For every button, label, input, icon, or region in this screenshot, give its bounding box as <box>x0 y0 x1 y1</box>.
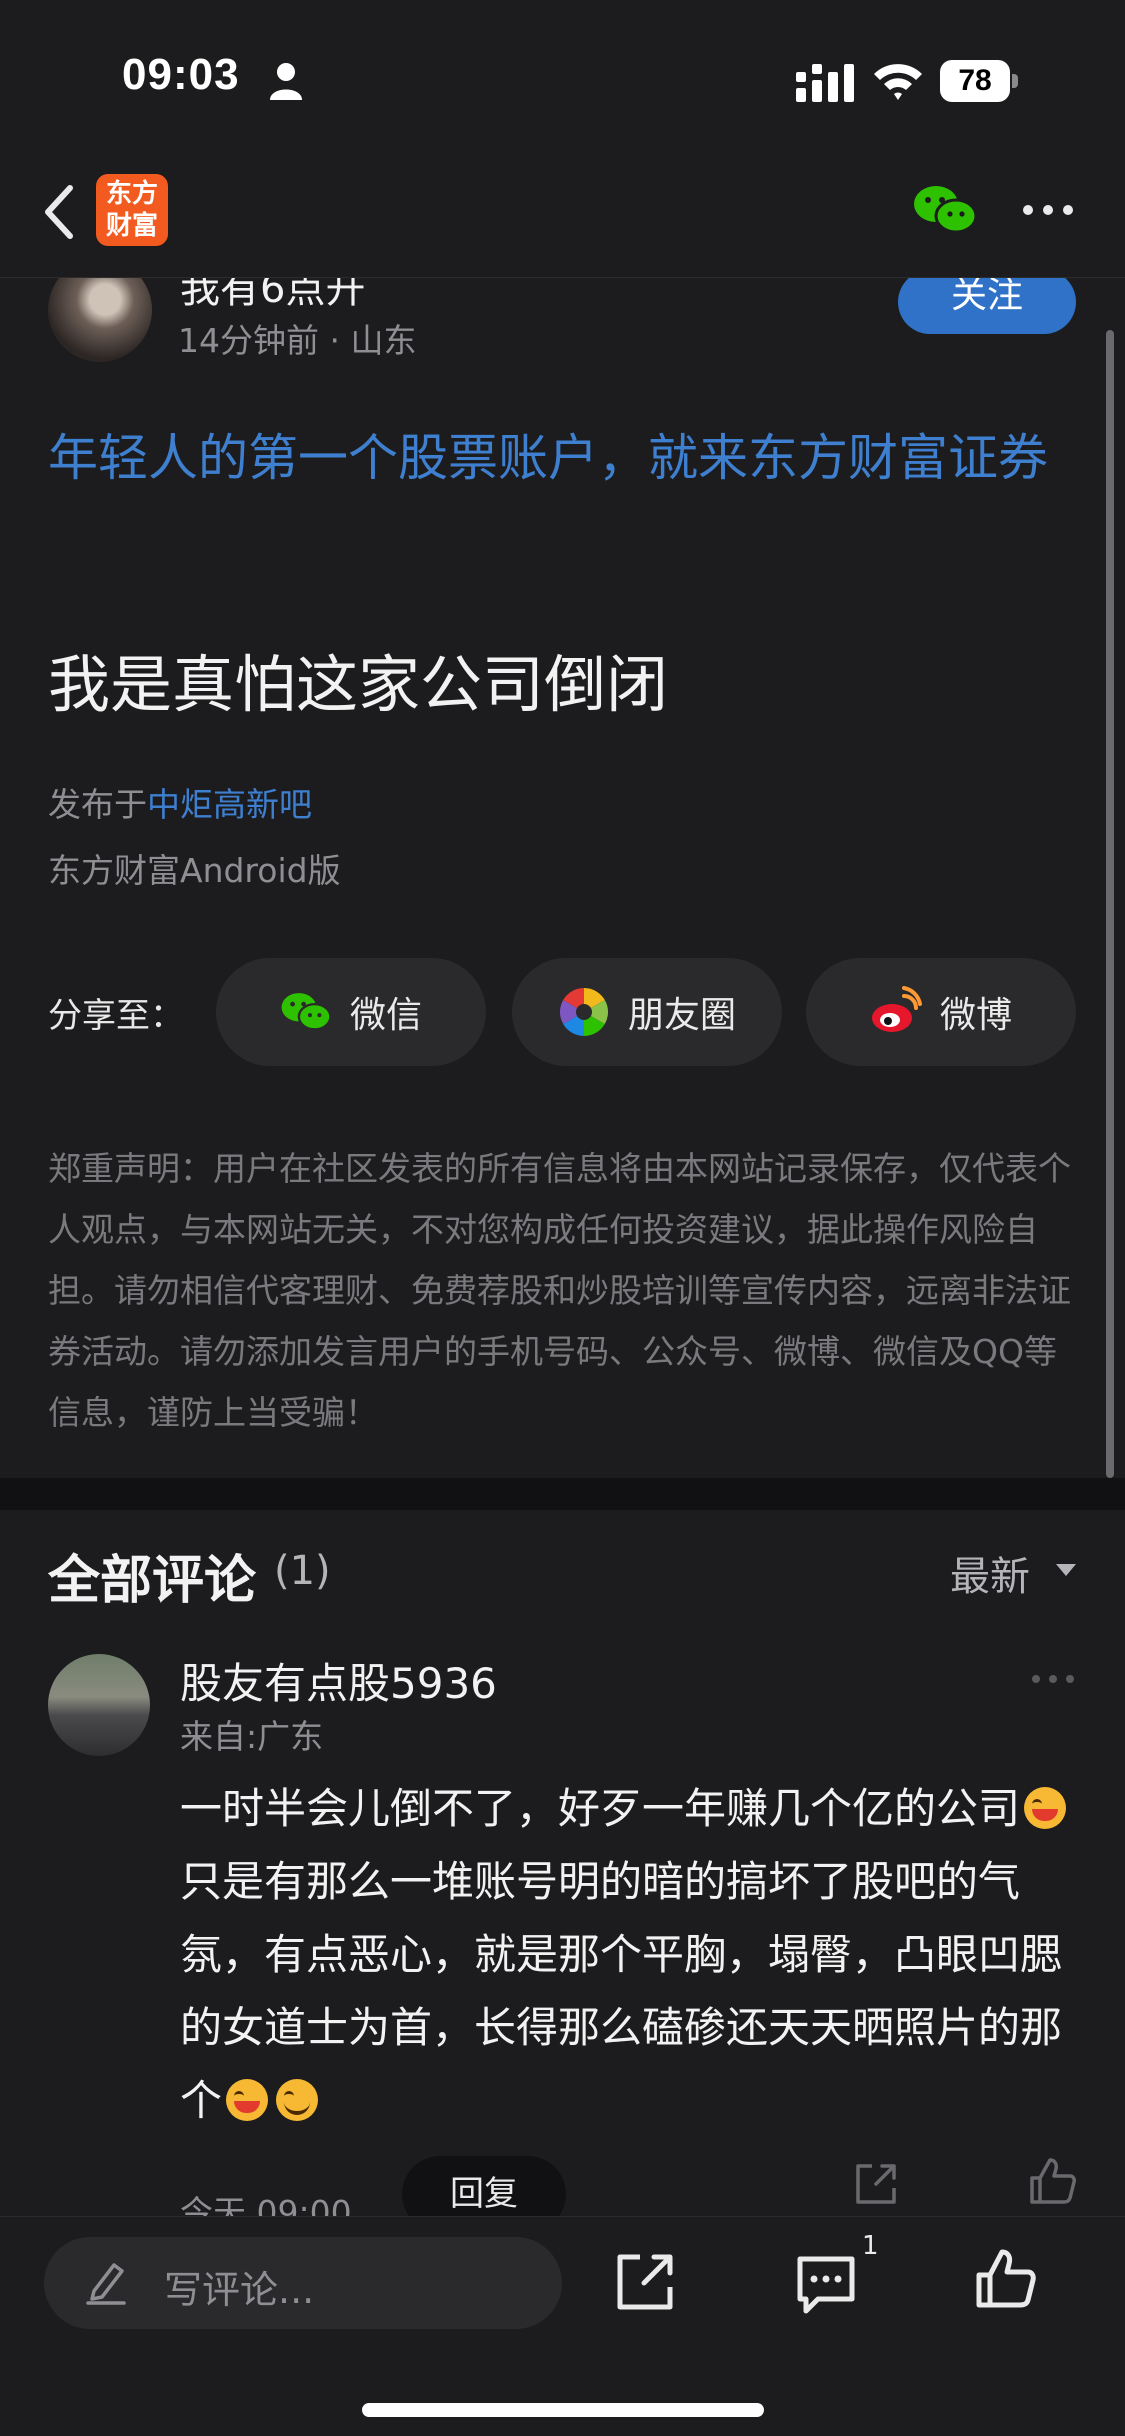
forum-link[interactable]: 中炬高新吧 <box>147 785 312 824</box>
back-icon[interactable] <box>40 180 80 244</box>
client-source: 东方财富Android版 <box>48 851 341 890</box>
post-content: 我有6点开 14分钟前 · 山东 关注 年轻人的第一个股票账户，就来东方财富证券… <box>0 278 1125 1478</box>
write-comment-input[interactable]: 写评论... <box>44 2237 562 2329</box>
commenter-name[interactable]: 股友有点股5936 <box>180 1650 497 1711</box>
laughing-emoji-icon <box>1024 1787 1067 1829</box>
comment-text-part-1: 一时半会儿倒不了，好歹一年赚几个亿的公司 <box>180 1784 1021 1833</box>
like-icon[interactable] <box>1028 2156 1078 2206</box>
status-bar: 09:03 78 <box>0 0 1125 160</box>
share-wechat-button[interactable]: 微信 <box>216 958 486 1066</box>
status-time: 09:03 <box>122 50 240 99</box>
share-weibo-button[interactable]: 微博 <box>806 958 1076 1066</box>
share-icon[interactable] <box>852 2160 900 2208</box>
battery-indicator: 78 <box>940 60 1018 102</box>
comments-title: 全部评论 <box>48 1551 257 1611</box>
like-icon[interactable] <box>974 2247 1038 2311</box>
author-meta: 14分钟前 · 山东 <box>178 321 417 360</box>
share-icon[interactable] <box>614 2251 676 2313</box>
post-title: 我是真怕这家公司倒闭 <box>48 648 669 721</box>
nav-bar: 东方 财富 <box>0 160 1125 278</box>
write-comment-placeholder: 写评论... <box>164 2268 315 2312</box>
disclaimer: 郑重声明：用户在社区发表的所有信息将由本网站记录保存，仅代表个人观点，与本网站无… <box>48 1149 1071 1432</box>
share-weibo-label: 微博 <box>939 995 1012 1036</box>
pencil-icon <box>86 2263 126 2305</box>
comment-text: 一时半会儿倒不了，好歹一年赚几个亿的公司只是有那么一堆账号明的暗的搞坏了股吧的气… <box>180 1772 1080 2137</box>
app-logo: 东方 财富 <box>96 174 168 246</box>
moments-icon <box>559 988 608 1036</box>
comments-count: (1) <box>274 1548 331 1594</box>
more-icon[interactable] <box>1030 1672 1076 1686</box>
battery-level: 78 <box>940 60 1010 102</box>
comment-count-badge: 1 <box>862 2231 879 2261</box>
author-name[interactable]: 我有6点开 <box>180 278 365 314</box>
share-moments-button[interactable]: 朋友圈 <box>512 958 782 1066</box>
wechat-icon[interactable] <box>912 182 978 238</box>
share-wechat-label: 微信 <box>349 995 422 1036</box>
share-label: 分享至： <box>48 996 184 1036</box>
share-moments-label: 朋友圈 <box>627 995 736 1036</box>
bottom-action-bar: 写评论... 1 <box>0 2216 1125 2436</box>
smile-emoji-icon <box>276 2079 319 2121</box>
ad-link[interactable]: 年轻人的第一个股票账户，就来东方财富证券 <box>48 418 1078 498</box>
author-avatar[interactable] <box>48 278 152 362</box>
signal-icon <box>796 64 854 102</box>
caret-down-icon[interactable] <box>1056 1564 1076 1578</box>
home-indicator <box>362 2403 764 2417</box>
sort-dropdown[interactable]: 最新 <box>950 1544 1030 1602</box>
avatar[interactable] <box>48 1654 150 1756</box>
wifi-icon <box>874 64 922 100</box>
laughing-emoji-icon <box>226 2079 269 2121</box>
comments-section: 全部评论 (1) 最新 股友有点股5936 来自:广东 一时半会儿倒不了，好歹一… <box>0 1510 1125 2232</box>
published-prefix: 发布于 <box>48 785 147 824</box>
commenter-location: 来自:广东 <box>180 1717 324 1756</box>
scrollbar[interactable] <box>1106 330 1114 1478</box>
logo-line-1: 东方 <box>105 179 158 209</box>
published-in: 发布于中炬高新吧 <box>48 778 312 826</box>
more-icon[interactable] <box>1020 200 1076 220</box>
battery-nub <box>1012 74 1018 88</box>
person-icon <box>270 63 302 100</box>
logo-line-2: 财富 <box>105 211 158 241</box>
weibo-icon <box>871 986 922 1032</box>
comment-icon[interactable] <box>794 2253 858 2315</box>
section-divider <box>0 1478 1125 1510</box>
follow-button[interactable]: 关注 <box>898 278 1076 334</box>
wechat-icon <box>281 993 332 1031</box>
